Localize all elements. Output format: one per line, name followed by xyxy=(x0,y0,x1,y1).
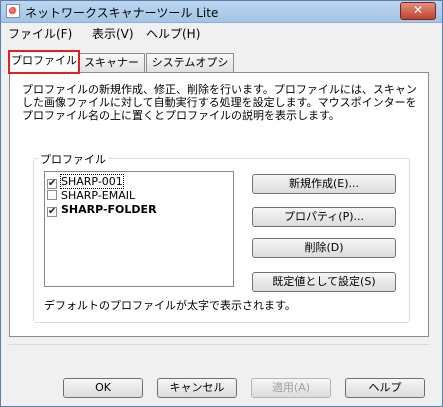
divider xyxy=(9,344,429,345)
checkbox[interactable]: ✔ xyxy=(47,179,57,189)
profile-group-label: プロファイル xyxy=(38,151,108,167)
help-button[interactable]: ヘルプ xyxy=(345,378,425,398)
title-bar[interactable]: ネットワークスキャナーツール Lite ✕ xyxy=(1,1,442,23)
delete-button[interactable]: 削除(D) xyxy=(252,238,396,258)
list-item-label: SHARP-001 xyxy=(60,174,124,189)
app-icon xyxy=(6,4,20,18)
tab-panel: プロファイルの新規作成、修正、削除を行います。プロファイルには、スキャンした画像… xyxy=(9,72,429,337)
apply-button[interactable]: 適用(A) xyxy=(251,378,331,398)
tab-scanner[interactable]: スキャナー xyxy=(78,53,145,72)
tab-strip: プロファイル スキャナー システムオプション xyxy=(8,50,429,87)
tab-system-options[interactable]: システムオプション xyxy=(146,53,234,87)
description-text: プロファイルの新規作成、修正、削除を行います。プロファイルには、スキャンした画像… xyxy=(22,83,417,122)
menu-bar: ファイル(F) 表示(V) ヘルプ(H) xyxy=(1,23,442,42)
properties-button[interactable]: プロパティ(P)... xyxy=(252,207,396,227)
tab-profile[interactable]: プロファイル xyxy=(8,50,80,74)
checkbox[interactable] xyxy=(47,190,57,200)
list-item[interactable]: SHARP-EMAIL xyxy=(47,189,135,202)
ok-button[interactable]: OK xyxy=(63,378,143,398)
menu-file[interactable]: ファイル(F) xyxy=(8,25,72,42)
new-profile-button[interactable]: 新規作成(E)... xyxy=(252,174,396,194)
list-item-label: SHARP-EMAIL xyxy=(61,189,136,202)
main-window: ネットワークスキャナーツール Lite ✕ ファイル(F) 表示(V) ヘルプ(… xyxy=(0,0,443,407)
close-button[interactable]: ✕ xyxy=(400,2,436,20)
window-title: ネットワークスキャナーツール Lite xyxy=(25,6,219,20)
menu-view[interactable]: 表示(V) xyxy=(92,25,134,42)
list-item[interactable]: ✔ SHARP-001 xyxy=(47,174,124,189)
list-item-label: SHARP-FOLDER xyxy=(61,203,157,216)
profile-list[interactable]: ✔ SHARP-001 SHARP-EMAIL ✔ SHARP-FOLDER xyxy=(44,171,234,287)
set-default-button[interactable]: 既定値として設定(S) xyxy=(252,272,396,292)
default-note: デフォルトのプロファイルが太字で表示されます。 xyxy=(44,299,296,312)
menu-help[interactable]: ヘルプ(H) xyxy=(146,25,200,42)
list-item[interactable]: ✔ SHARP-FOLDER xyxy=(47,203,157,217)
profile-groupbox: プロファイル ✔ SHARP-001 SHARP-EMAIL ✔ SHARP-FOL… xyxy=(33,151,410,323)
checkbox[interactable]: ✔ xyxy=(47,207,57,217)
cancel-button[interactable]: キャンセル xyxy=(157,378,237,398)
